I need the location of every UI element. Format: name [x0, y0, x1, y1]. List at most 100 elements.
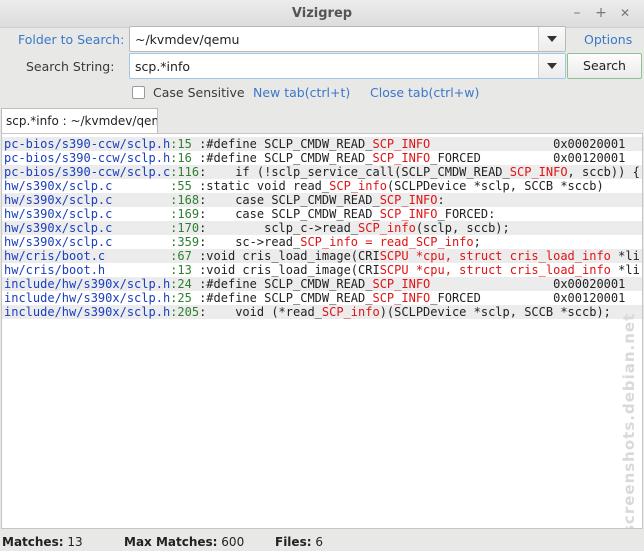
- folder-dropdown-button[interactable]: [538, 27, 565, 51]
- result-row[interactable]: hw/s390x/sclp.c :55 :static void read_SC…: [4, 179, 604, 193]
- result-code-text: 0x00020001: [430, 137, 626, 151]
- status-files: Files: 6: [275, 535, 323, 549]
- result-code-text: (SCLPDevice *sclp, SCCB *sccb): [386, 179, 604, 193]
- chevron-down-icon: [547, 63, 557, 69]
- result-file[interactable]: hw/cris/boot.c: [4, 249, 170, 263]
- result-line-number: :55: [170, 179, 192, 193]
- close-tab-link[interactable]: Close tab(ctrl+w): [370, 85, 479, 100]
- result-line-number: :13: [170, 263, 192, 277]
- result-code-text: _FORCED:: [437, 207, 496, 221]
- result-file[interactable]: hw/s390x/sclp.c: [4, 179, 170, 193]
- minimize-icon[interactable]: –: [568, 4, 586, 22]
- result-code-text: : case SCLP_CMDW_READ_: [199, 207, 380, 221]
- result-line-number: :170: [170, 221, 200, 235]
- result-code-text: *li): [618, 249, 642, 263]
- result-line-number: :169: [170, 207, 200, 221]
- result-code-text: _FORCED 0x00120001: [430, 291, 626, 305]
- result-file[interactable]: hw/s390x/sclp.c: [4, 221, 170, 235]
- options-link[interactable]: Options: [584, 32, 632, 47]
- result-line-number: :205: [170, 305, 200, 319]
- result-line-number: :67: [170, 249, 192, 263]
- result-code-text: :#define SCLP_CMDW_READ_: [191, 277, 373, 291]
- result-code-text: (sclp, sccb);: [415, 221, 510, 235]
- status-max-matches: Max Matches: 600: [124, 535, 245, 549]
- result-row[interactable]: pc-bios/s390-ccw/sclp.h:15 :#define SCLP…: [2, 137, 642, 151]
- search-combo[interactable]: scp.*info: [129, 53, 566, 79]
- result-match-text: SCP_info = read_SCP_info: [300, 235, 474, 249]
- result-row[interactable]: hw/cris/boot.c :67 :void cris_load_image…: [2, 249, 642, 263]
- result-code-text: : sclp_c->read_: [199, 221, 359, 235]
- result-file[interactable]: hw/cris/boot.h: [4, 263, 170, 277]
- tab-results[interactable]: scp.*info : ~/kvmdev/qemu: [1, 108, 158, 133]
- result-row[interactable]: hw/s390x/sclp.c :169: case SCLP_CMDW_REA…: [4, 207, 495, 221]
- result-code-text: : case SCLP_CMDW_READ_: [199, 193, 380, 207]
- result-line-number: :16: [170, 151, 192, 165]
- new-tab-link[interactable]: New tab(ctrl+t): [253, 85, 350, 100]
- folder-combo[interactable]: ~/kvmdev/qemu: [129, 26, 566, 52]
- watermark: screenshots.debian.net: [620, 312, 638, 529]
- result-match-text: SCP_info: [321, 305, 380, 319]
- result-code-text: :void cris_load_image(CRI: [191, 263, 380, 277]
- status-matches: Matches: 13: [2, 535, 83, 549]
- result-match-text: SCP_info: [358, 221, 416, 235]
- result-code-text: )(SCLPDevice *sclp, SCCB *sccb);: [379, 305, 611, 319]
- result-code-text: :static void read_: [191, 179, 330, 193]
- result-file[interactable]: pc-bios/s390-ccw/sclp.c: [4, 165, 170, 179]
- result-file[interactable]: include/hw/s390x/sclp.h: [4, 291, 170, 305]
- status-bar: Matches: 13 Max Matches: 600 Files: 6: [0, 533, 644, 551]
- result-code-text: :void cris_load_image(CRI: [191, 249, 380, 263]
- result-line-number: :359: [170, 235, 200, 249]
- result-row[interactable]: include/hw/s390x/sclp.h:24 :#define SCLP…: [2, 277, 642, 291]
- search-button[interactable]: Search: [567, 53, 642, 79]
- result-match-text: SCP_INFO: [372, 137, 431, 151]
- folder-input[interactable]: ~/kvmdev/qemu: [135, 32, 239, 47]
- result-row[interactable]: include/hw/s390x/sclp.h:25 :#define SCLP…: [4, 291, 625, 305]
- case-sensitive-label[interactable]: Case Sensitive: [153, 85, 245, 100]
- result-match-text: SCP_INFO: [372, 277, 431, 291]
- result-row[interactable]: include/hw/s390x/sclp.h:205: void (*read…: [2, 305, 642, 319]
- window-title: Vizigrep: [291, 6, 353, 21]
- result-row[interactable]: pc-bios/s390-ccw/sclp.h:16 :#define SCLP…: [4, 151, 625, 165]
- result-row[interactable]: pc-bios/s390-ccw/sclp.c:116: if (!sclp_s…: [2, 165, 642, 179]
- result-file[interactable]: hw/s390x/sclp.c: [4, 193, 170, 207]
- result-file[interactable]: pc-bios/s390-ccw/sclp.h: [4, 151, 170, 165]
- result-file[interactable]: include/hw/s390x/sclp.h: [4, 305, 170, 319]
- case-sensitive-checkbox[interactable]: [132, 86, 145, 99]
- result-code-text: 0x00020001: [430, 277, 626, 291]
- result-match-text: SCP_INFO: [509, 165, 568, 179]
- result-file[interactable]: hw/s390x/sclp.c: [4, 235, 170, 249]
- result-file[interactable]: pc-bios/s390-ccw/sclp.h: [4, 137, 170, 151]
- result-line-number: :116: [170, 165, 200, 179]
- result-file[interactable]: hw/s390x/sclp.c: [4, 207, 170, 221]
- result-code-text: *li);: [618, 263, 642, 277]
- maximize-icon[interactable]: +: [592, 4, 610, 22]
- title-bar: Vizigrep – + ✕: [0, 0, 644, 28]
- result-code-text: : void (*read_: [199, 305, 322, 319]
- result-line-number: :24: [170, 277, 192, 291]
- result-code-text: :#define SCLP_CMDW_READ_: [191, 151, 373, 165]
- result-code-text: , sccb)) {: [567, 165, 640, 179]
- result-match-text: SCPU *cpu, struct cris_load_info: [379, 263, 611, 277]
- result-code-text: _FORCED 0x00120001: [430, 151, 626, 165]
- chevron-down-icon: [547, 36, 557, 42]
- result-match-text: SCP_INFO: [379, 193, 438, 207]
- results-pane[interactable]: pc-bios/s390-ccw/sclp.h:15 :#define SCLP…: [1, 133, 643, 529]
- result-match-text: SCP_INFO: [372, 151, 431, 165]
- result-row[interactable]: hw/s390x/sclp.c :168: case SCLP_CMDW_REA…: [2, 193, 642, 207]
- result-row[interactable]: hw/s390x/sclp.c :170: sclp_c->read_SCP_i…: [2, 221, 642, 235]
- result-match-text: SCP_INFO: [379, 207, 438, 221]
- result-match-text: SCPU *cpu, struct cris_load_info: [379, 249, 611, 263]
- result-code-text: ;: [473, 235, 481, 249]
- result-file[interactable]: include/hw/s390x/sclp.h: [4, 277, 170, 291]
- result-line-number: :168: [170, 193, 200, 207]
- search-dropdown-button[interactable]: [538, 54, 565, 78]
- search-input[interactable]: scp.*info: [135, 59, 190, 74]
- close-icon[interactable]: ✕: [616, 4, 634, 22]
- result-row[interactable]: hw/s390x/sclp.c :359: sc->read_SCP_info …: [4, 235, 481, 249]
- result-code-text: :#define SCLP_CMDW_READ_: [191, 291, 373, 305]
- result-code-text: : if (!sclp_service_call(SCLP_CMDW_READ_: [199, 165, 510, 179]
- result-match-text: SCP_info: [329, 179, 387, 193]
- folder-label: Folder to Search:: [18, 32, 125, 47]
- result-row[interactable]: hw/cris/boot.h :13 :void cris_load_image…: [4, 263, 642, 277]
- search-label: Search String:: [26, 59, 115, 74]
